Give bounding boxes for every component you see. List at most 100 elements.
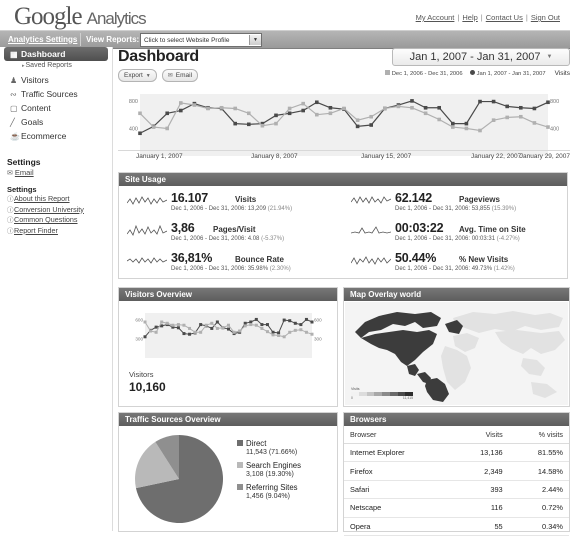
sidebar-help-finder[interactable]: ⓘReport Finder [0, 226, 112, 237]
sidebar-email-link[interactable]: Email [15, 168, 34, 177]
series-marker [369, 123, 373, 127]
pie-chart-svg [135, 435, 223, 523]
email-button[interactable]: ✉ Email [161, 69, 199, 82]
table-row[interactable]: Safari 393 2.44% [344, 480, 569, 500]
sidebar-saved-reports[interactable]: ▸Saved Reports [0, 62, 112, 69]
series-marker [519, 105, 523, 110]
series-marker [260, 326, 264, 330]
sidebar-item-content[interactable]: ▢ Content [0, 101, 112, 115]
pie-legend-item[interactable]: Direct 11,543 (71.66%) [237, 439, 301, 456]
column-header-pct-visits[interactable]: % visits [508, 426, 569, 444]
series-marker [199, 323, 203, 327]
about-this-report-link[interactable]: About this Report [14, 194, 70, 203]
world-map[interactable]: Visits 0 11,415 [345, 302, 568, 405]
sidebar-item-dashboard[interactable]: ▦ Dashboard [4, 47, 108, 61]
column-header-visits[interactable]: Visits [452, 426, 509, 444]
metric-bounce-rate[interactable]: 36,81% Bounce Rate Dec 1, 2006 - Dec 31,… [123, 251, 341, 279]
cell-browser: Opera [344, 517, 453, 536]
map-legend: Visits 0 11,415 [351, 387, 413, 400]
series-marker [464, 126, 469, 131]
analytics-settings-link[interactable]: Analytics Settings [8, 35, 77, 44]
sidebar-help-conversion[interactable]: ⓘConversion University [0, 205, 112, 216]
series-marker [532, 106, 537, 111]
conversion-university-link[interactable]: Conversion University [14, 205, 84, 214]
sidebar-item-label: Traffic Sources [21, 89, 78, 99]
legend-previous-label: Dec 1, 2006 - Dec 31, 2006 [391, 71, 463, 77]
series-marker [165, 126, 169, 131]
metric-comparison: Dec 1, 2006 - Dec 31, 2006: 4.08 (-5.37%… [171, 236, 284, 242]
sidebar-item-goals[interactable]: ╱ Goals [0, 115, 112, 129]
series-marker [293, 321, 297, 325]
contact-us-link[interactable]: Contact Us [486, 13, 523, 22]
report-finder-link[interactable]: Report Finder [14, 226, 58, 235]
sparkline-pages-per-visit [127, 224, 167, 236]
series-marker [396, 104, 401, 109]
metric-new-visits[interactable]: 50.44% % New Visits Dec 1, 2006 - Dec 31… [347, 251, 565, 279]
sidebar-help-questions[interactable]: ⓘCommon Questions [0, 215, 112, 226]
common-questions-link[interactable]: Common Questions [14, 215, 78, 224]
series-marker [287, 106, 292, 111]
link-separator: | [525, 13, 528, 22]
analytics-wordmark: Analytics [86, 9, 147, 28]
sidebar-item-visitors[interactable]: ♟ Visitors [0, 73, 112, 87]
metric-avg-time-on-site[interactable]: 00:03:22 Avg. Time on Site Dec 1, 2006 -… [347, 221, 565, 249]
series-marker [192, 103, 197, 107]
pie-value-referring: 1,456 (9.04%) [246, 493, 290, 500]
help-link[interactable]: Help [462, 13, 477, 22]
series-marker [182, 332, 186, 336]
series-marker [342, 106, 346, 111]
sidebar-item-ecommerce[interactable]: ☕ Ecommerce [0, 129, 112, 143]
series-marker [451, 125, 455, 129]
traffic-sources-pie[interactable] [133, 433, 225, 525]
metric-pages-per-visit[interactable]: 3,86 Pages/Visit Dec 1, 2006 - Dec 31, 2… [123, 221, 341, 249]
export-button[interactable]: Export ▼ [118, 69, 157, 82]
website-profile-select[interactable]: Click to select Website Profile ▼ [140, 33, 262, 47]
pie-legend-item[interactable]: Search Engines 3,108 (19.30%) [237, 461, 301, 478]
cell-visits: 2,349 [452, 461, 509, 481]
sidebar-help-about[interactable]: ⓘAbout this Report [0, 194, 112, 205]
site-usage-body: 16.107 Visits Dec 1, 2006 - Dec 31, 2006… [118, 186, 568, 279]
date-range-selector[interactable]: Jan 1, 2007 - Jan 31, 2007 ▼ [392, 48, 570, 66]
info-icon: ⓘ [7, 217, 14, 224]
grid-icon: ▦ [10, 49, 18, 59]
metric-label: Bounce Rate [235, 255, 284, 264]
view-reports-label: View Reports: [86, 34, 140, 44]
pie-label-search: Search Engines [246, 461, 302, 470]
column-header-browser[interactable]: Browser [344, 426, 453, 444]
visitors-footer-value: 10,160 [129, 380, 166, 394]
browsers-table: Browser Visits % visits Internet Explore… [344, 426, 569, 536]
series-marker [154, 325, 158, 329]
series-marker [464, 121, 469, 126]
y-tick-label: 800 [129, 99, 138, 105]
sidebar-item-traffic-sources[interactable]: ∾ Traffic Sources [0, 87, 112, 101]
sign-out-link[interactable]: Sign Out [531, 13, 560, 22]
table-row[interactable]: Firefox 2,349 14.58% [344, 461, 569, 481]
info-icon: ⓘ [7, 227, 14, 235]
series-marker [369, 114, 373, 119]
series-marker [478, 128, 482, 133]
x-tick-label: January 22, 2007 [471, 153, 522, 160]
series-marker [288, 330, 292, 334]
series-marker [243, 324, 247, 328]
series-marker [288, 319, 292, 323]
metric-pageviews[interactable]: 62.142 Pageviews Dec 1, 2006 - Dec 31, 2… [347, 191, 565, 219]
table-row[interactable]: Netscape 116 0.72% [344, 498, 569, 518]
traffic-sources-panel: Traffic Sources Overview Direct 11,543 (… [118, 412, 338, 532]
cell-pct-visits: 0.34% [508, 517, 569, 536]
pie-legend-item[interactable]: Referring Sites 1,456 (9.04%) [237, 483, 301, 500]
metric-visits[interactable]: 16.107 Visits Dec 1, 2006 - Dec 31, 2006… [123, 191, 341, 219]
y-tick-label: 600 [135, 317, 143, 322]
series-marker [206, 106, 210, 111]
sidebar-email-row[interactable]: ✉ Email [0, 168, 112, 177]
table-row[interactable]: Internet Explorer 13,136 81.55% [344, 443, 569, 463]
my-account-link[interactable]: My Account [416, 13, 455, 22]
table-row[interactable]: Opera 55 0.34% [344, 517, 569, 536]
series-marker [204, 323, 208, 327]
series-marker [519, 114, 523, 119]
cell-visits: 55 [452, 517, 509, 536]
metric-value: 16.107 [171, 191, 209, 205]
series-marker [546, 125, 550, 129]
flag-icon: ╱ [10, 117, 15, 127]
chevron-down-icon: ▼ [249, 35, 261, 45]
series-marker [210, 321, 214, 325]
